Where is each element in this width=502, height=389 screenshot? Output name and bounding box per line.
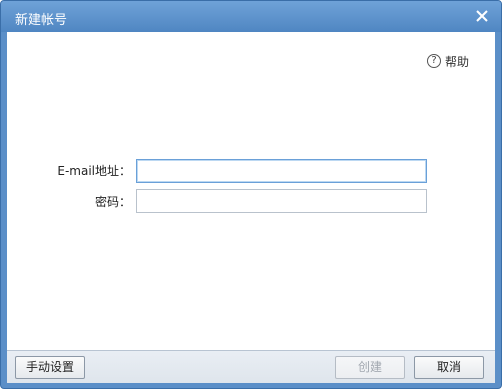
dialog-body: ? 帮助 E-mail地址： 密码： (7, 32, 495, 350)
help-label: 帮助 (444, 54, 469, 69)
close-icon[interactable] (473, 7, 491, 25)
dialog-footer: 手动设置 创建 取消 (7, 350, 495, 383)
password-label: 密码： (94, 195, 131, 209)
manual-setup-button[interactable]: 手动设置 (15, 356, 85, 379)
cancel-button[interactable]: 取消 (414, 356, 484, 379)
titlebar[interactable]: 新建帐号 (1, 1, 501, 32)
window-title: 新建帐号 (15, 13, 68, 28)
email-label: E-mail地址： (57, 164, 131, 178)
new-account-dialog: 新建帐号 ? 帮助 E-mail地址： 密码： 手动设置 创建 取消 (0, 0, 502, 389)
question-circle-icon: ? (426, 54, 441, 68)
create-button[interactable]: 创建 (335, 356, 405, 379)
email-field[interactable] (136, 159, 427, 183)
help-link[interactable]: ? 帮助 (426, 53, 469, 69)
password-field[interactable] (136, 189, 427, 213)
